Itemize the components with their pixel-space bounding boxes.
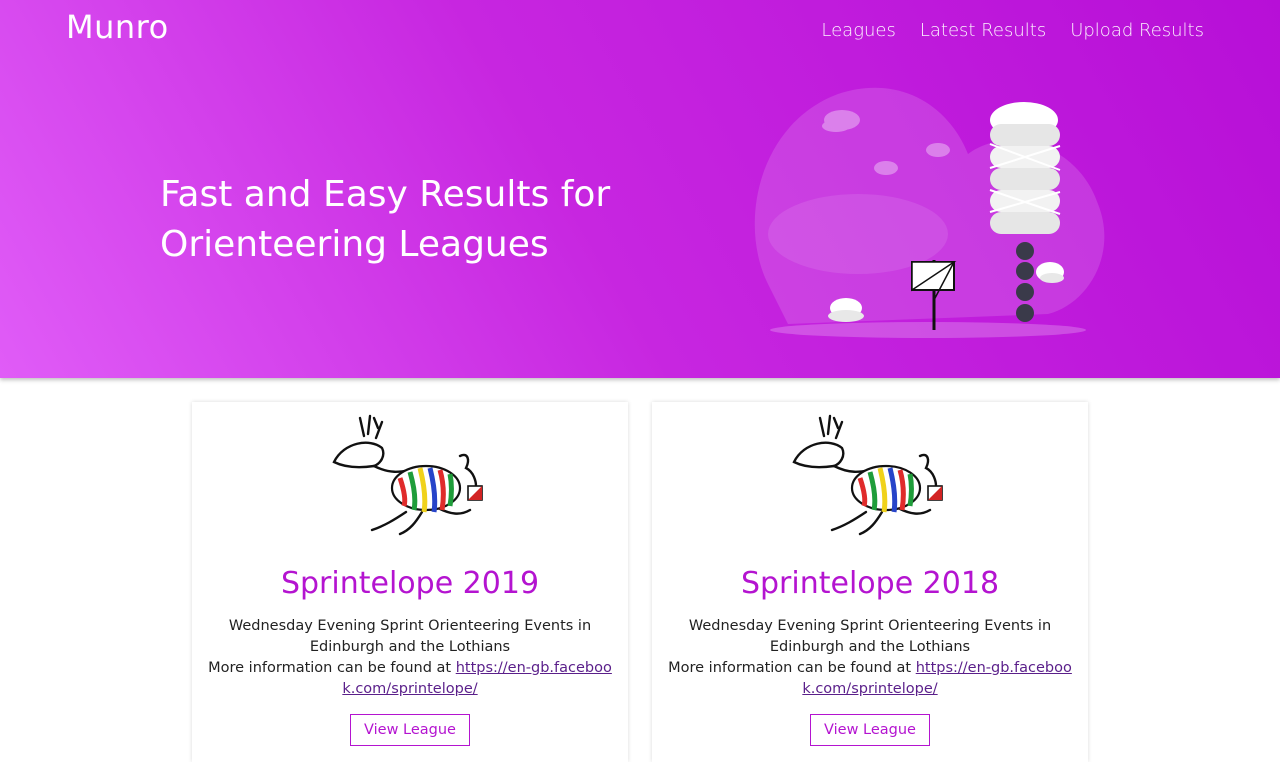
league-title: Sprintelope 2018 xyxy=(740,566,1000,601)
nav-upload-results[interactable]: Upload Results xyxy=(1070,20,1204,41)
hero-headline-line1: Fast and Easy Results for xyxy=(160,174,611,215)
nav-leagues[interactable]: Leagues xyxy=(821,20,895,41)
hero-headline: Fast and Easy Results for Orienteering L… xyxy=(160,170,680,270)
league-card: Sprintelope 2019 Wednesday Evening Sprin… xyxy=(192,402,628,762)
sprintelope-logo-icon xyxy=(792,414,943,536)
sprintelope-logo-icon xyxy=(332,414,483,536)
league-more-info-label: More information can be found at xyxy=(208,660,456,676)
main-nav: Leagues Latest Results Upload Results xyxy=(821,20,1204,41)
brand-logo[interactable]: Munro xyxy=(66,8,169,46)
hero-banner: Munro Leagues Latest Results Upload Resu… xyxy=(0,0,1280,378)
league-description-text: Wednesday Evening Sprint Orienteering Ev… xyxy=(228,618,592,655)
view-league-button[interactable]: View League xyxy=(810,714,930,746)
hero-headline-line2: Orienteering Leagues xyxy=(160,224,549,265)
league-title: Sprintelope 2019 xyxy=(280,566,540,601)
league-more-info-label: More information can be found at xyxy=(668,660,916,676)
league-description-text: Wednesday Evening Sprint Orienteering Ev… xyxy=(688,618,1052,655)
view-league-button[interactable]: View League xyxy=(350,714,470,746)
league-list: Sprintelope 2019 Wednesday Evening Sprin… xyxy=(0,378,1280,762)
league-card: Sprintelope 2018 Wednesday Evening Sprin… xyxy=(652,402,1088,762)
nav-latest-results[interactable]: Latest Results xyxy=(920,20,1046,41)
hero-illustration-icon xyxy=(754,87,1105,338)
league-description: Wednesday Evening Sprint Orienteering Ev… xyxy=(662,616,1078,700)
league-description: Wednesday Evening Sprint Orienteering Ev… xyxy=(202,616,618,700)
